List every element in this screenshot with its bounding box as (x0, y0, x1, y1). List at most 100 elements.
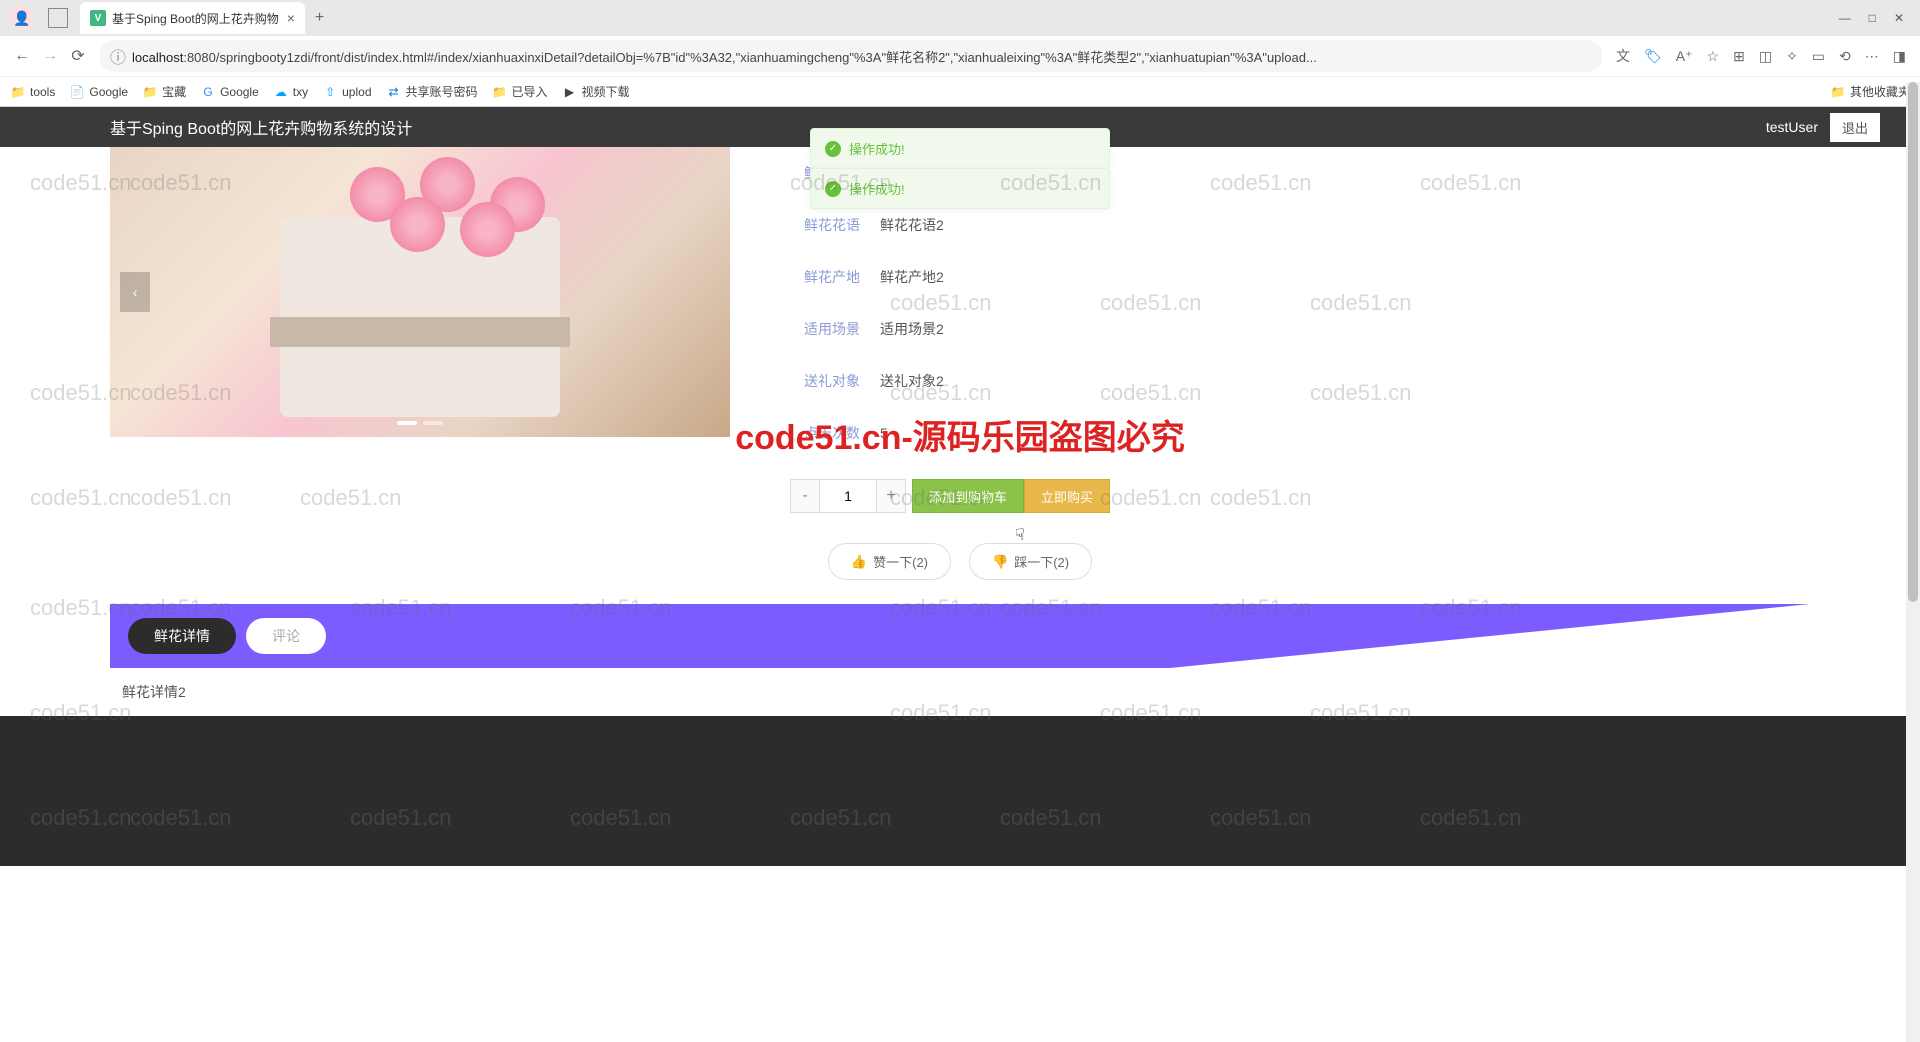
upvote-button[interactable]: 👍 赞一下(2) (828, 543, 951, 580)
folder-icon: 📁 (142, 84, 158, 100)
check-icon: ✓ (825, 141, 841, 157)
favorite-icon[interactable]: ☆ (1707, 48, 1720, 65)
scrollbar-vertical[interactable] (1906, 82, 1920, 1042)
upvote-label: 赞一下(2) (873, 552, 928, 571)
google-icon: G (200, 84, 216, 100)
tag-icon[interactable]: 🏷 (1644, 48, 1662, 65)
sidebar-icon[interactable]: ◨ (1893, 48, 1906, 65)
tab-comments[interactable]: 评论 (246, 618, 326, 654)
video-icon: ▶ (562, 84, 578, 100)
cloud-icon: ☁ (273, 84, 289, 100)
info-label: 送礼对象 (790, 371, 860, 391)
bookmark-txy[interactable]: ☁txy (273, 84, 308, 100)
vue-favicon-icon: V (90, 10, 106, 26)
forward-button: → (36, 47, 64, 65)
carousel-dots (397, 421, 443, 425)
info-icon[interactable]: ⓘ (110, 44, 126, 68)
scrollbar-thumb[interactable] (1908, 82, 1918, 602)
upload-icon: ⇧ (322, 84, 338, 100)
tabs-section: 鲜花详情 评论 鲜花详情2 (110, 604, 1810, 716)
browser-chrome: 👤 V 基于Sping Boot的网上花卉购物 × + — □ ✕ ← → ⟳ … (0, 0, 1920, 107)
share-icon: ⇄ (386, 84, 402, 100)
bookmark-treasure[interactable]: 📁宝藏 (142, 83, 186, 100)
toast-message: 操作成功! (849, 139, 905, 158)
text-size-icon[interactable]: A⁺ (1676, 48, 1693, 65)
new-tab-button[interactable]: + (305, 9, 334, 27)
url-input[interactable]: ⓘ localhost:8080/springbooty1zdi/front/d… (100, 40, 1602, 72)
content: ‹ 鲜花规格 鲜花规格2 鲜花花语 鲜花花语2 鲜花产地 鲜花产地2 适用场景 … (0, 147, 1920, 866)
info-value: 送礼对象2 (880, 371, 944, 391)
quantity-row: - + 添加到购物车 立即购买 (790, 479, 1810, 513)
page-icon: 📄 (69, 84, 85, 100)
check-icon: ✓ (825, 181, 841, 197)
tab-content: 鲜花详情2 (110, 668, 1810, 716)
info-row-recipient: 送礼对象 送礼对象2 (790, 355, 1810, 407)
address-bar: ← → ⟳ ⓘ localhost:8080/springbooty1zdi/f… (0, 36, 1920, 76)
refresh-button[interactable]: ⟳ (64, 46, 92, 66)
tab-overview-icon[interactable] (48, 8, 68, 28)
profile-icon[interactable]: 👤 (10, 6, 34, 30)
bookmark-other[interactable]: 📁其他收藏夹 (1830, 83, 1910, 100)
info-value: 鲜花花语2 (880, 215, 944, 235)
info-label: 适用场景 (790, 319, 860, 339)
toast-message: 操作成功! (849, 179, 905, 198)
more-icon[interactable]: ⋯ (1865, 48, 1879, 65)
info-label: 点击次数 (790, 423, 860, 443)
info-row-scene: 适用场景 适用场景2 (790, 303, 1810, 355)
bookmark-imported[interactable]: 📁已导入 (492, 83, 548, 100)
add-to-cart-button[interactable]: 添加到购物车 (912, 479, 1024, 513)
thumbs-up-icon: 👍 (851, 554, 867, 570)
translate-icon[interactable]: 文 (1616, 46, 1630, 66)
reading-icon[interactable]: ▭ (1812, 48, 1825, 65)
qty-increase-button[interactable]: + (876, 479, 906, 513)
bookmark-uplod[interactable]: ⇧uplod (322, 84, 371, 100)
bookmark-tools[interactable]: 📁tools (10, 84, 55, 100)
qty-input[interactable] (820, 479, 876, 513)
user-name[interactable]: testUser (1766, 119, 1818, 135)
tab-details[interactable]: 鲜花详情 (128, 618, 236, 654)
toast-success: ✓ 操作成功! (810, 128, 1110, 169)
ribbon (270, 317, 570, 347)
info-value: 鲜花产地2 (880, 267, 944, 287)
info-value: 适用场景2 (880, 319, 944, 339)
bookmark-share[interactable]: ⇄共享账号密码 (386, 83, 478, 100)
info-label: 鲜花产地 (790, 267, 860, 287)
carousel-prev-button[interactable]: ‹ (120, 272, 150, 312)
thumbs-down-icon: 👎 (992, 554, 1008, 570)
toast-success: ✓ 操作成功! (810, 168, 1110, 209)
folder-icon: 📁 (10, 84, 26, 100)
carousel-dot[interactable] (423, 421, 443, 425)
logout-button[interactable]: 退出 (1830, 113, 1880, 142)
info-row-clicks: 点击次数 5 (790, 407, 1810, 459)
rose-icon (460, 202, 515, 257)
minimize-icon[interactable]: — (1839, 11, 1851, 25)
window-controls: — □ ✕ (1839, 11, 1916, 25)
bookmark-video[interactable]: ▶视频下载 (562, 83, 630, 100)
tab-title: 基于Sping Boot的网上花卉购物 (112, 10, 279, 27)
collections-icon[interactable]: ✧ (1786, 48, 1798, 65)
downvote-button[interactable]: 👎 踩一下(2) (969, 543, 1092, 580)
bookmark-bar: 📁tools 📄Google 📁宝藏 GGoogle ☁txy ⇧uplod ⇄… (0, 76, 1920, 106)
browser-tab[interactable]: V 基于Sping Boot的网上花卉购物 × (80, 2, 305, 34)
tab-close-icon[interactable]: × (287, 10, 295, 26)
address-actions: 文 🏷 A⁺ ☆ ⊞ ◫ ✧ ▭ ⟲ ⋯ ◨ (1610, 46, 1912, 66)
rose-icon (390, 197, 445, 252)
maximize-icon[interactable]: □ (1869, 11, 1876, 25)
vote-row: 👍 赞一下(2) 👎 踩一下(2) (0, 543, 1920, 580)
page-title: 基于Sping Boot的网上花卉购物系统的设计 (110, 115, 412, 139)
qty-decrease-button[interactable]: - (790, 479, 820, 513)
carousel-dot[interactable] (397, 421, 417, 425)
split-icon[interactable]: ◫ (1759, 48, 1772, 65)
sync-icon[interactable]: ⟲ (1839, 48, 1851, 65)
bookmark-google2[interactable]: GGoogle (200, 84, 259, 100)
extensions-icon[interactable]: ⊞ (1733, 48, 1745, 65)
bookmark-google[interactable]: 📄Google (69, 84, 128, 100)
close-window-icon[interactable]: ✕ (1894, 11, 1904, 25)
product-carousel[interactable]: ‹ (110, 147, 730, 437)
downvote-label: 踩一下(2) (1014, 552, 1069, 571)
info-label: 鲜花花语 (790, 215, 860, 235)
buy-now-button[interactable]: 立即购买 (1024, 479, 1110, 513)
tabs-bar: 鲜花详情 评论 (110, 604, 1810, 668)
info-value: 5 (880, 425, 888, 441)
back-button[interactable]: ← (8, 47, 36, 65)
